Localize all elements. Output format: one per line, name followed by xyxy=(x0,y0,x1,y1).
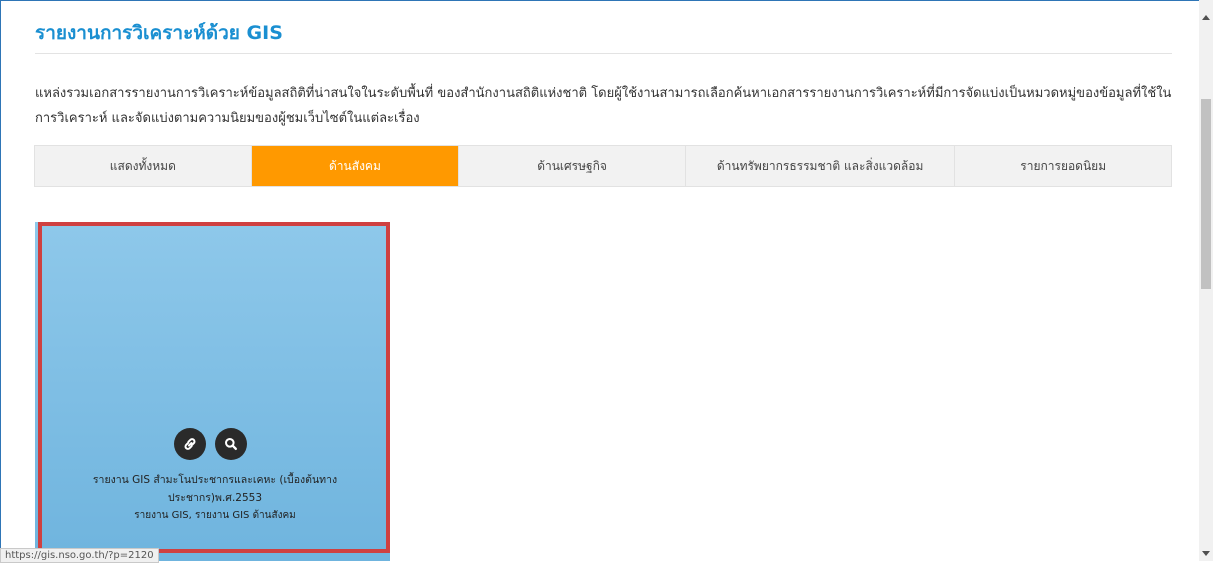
intro-line-1: แหล่งรวมเอกสารรายงานการวิเคราะห์ข้อมูลสถ… xyxy=(35,86,1172,101)
tab-label: รายการยอดนิยม xyxy=(1020,158,1107,173)
tab-social[interactable]: ด้านสังคม xyxy=(251,146,460,186)
title-divider xyxy=(35,53,1172,54)
window-left-border xyxy=(0,0,1,561)
card-title-line-2: ประชากร)พ.ศ.2553 xyxy=(167,492,263,504)
intro-line-2: การวิเคราะห์ และจัดแบ่งตามความนิยมของผู้… xyxy=(35,111,420,126)
card-title-line-1: รายงาน GIS สำมะโนประชากรและเคหะ (เบื้องต… xyxy=(92,474,338,486)
card-title[interactable]: รายงาน GIS สำมะโนประชากรและเคหะ (เบื้องต… xyxy=(60,471,370,507)
page-title: รายงานการวิเคราะห์ด้วย GIS xyxy=(35,22,283,44)
view-detail-button[interactable] xyxy=(215,428,247,460)
caret-up-icon xyxy=(1202,15,1210,20)
tab-label: ด้านทรัพยากรธรรมชาติ และสิ่งแวดล้อม xyxy=(716,158,924,173)
intro-paragraph: แหล่งรวมเอกสารรายงานการวิเคราะห์ข้อมูลสถ… xyxy=(35,81,1185,131)
scrollbar-thumb[interactable] xyxy=(1201,99,1211,289)
tab-label: ด้านเศรษฐกิจ xyxy=(537,158,607,173)
link-icon xyxy=(184,438,196,450)
tab-label: แสดงทั้งหมด xyxy=(109,158,176,173)
category-tabs: แสดงทั้งหมด ด้านสังคม ด้านเศรษฐกิจ ด้านท… xyxy=(34,145,1172,187)
open-link-button[interactable] xyxy=(174,428,206,460)
card-actions xyxy=(174,428,247,460)
tab-label: ด้านสังคม xyxy=(329,158,381,173)
tab-natural-resources[interactable]: ด้านทรัพยากรธรรมชาติ และสิ่งแวดล้อม xyxy=(686,146,956,186)
tab-show-all[interactable]: แสดงทั้งหมด xyxy=(35,146,252,186)
scroll-up-arrow[interactable] xyxy=(1199,10,1213,24)
tab-economic[interactable]: ด้านเศรษฐกิจ xyxy=(459,146,686,186)
scroll-down-arrow[interactable] xyxy=(1199,547,1213,561)
card-categories[interactable]: รายงาน GIS, รายงาน GIS ด้านสังคม xyxy=(60,508,370,523)
search-icon xyxy=(225,438,237,450)
tab-popular[interactable]: รายการยอดนิยม xyxy=(955,146,1171,186)
window-top-border xyxy=(0,0,1199,1)
caret-down-icon xyxy=(1202,551,1210,556)
